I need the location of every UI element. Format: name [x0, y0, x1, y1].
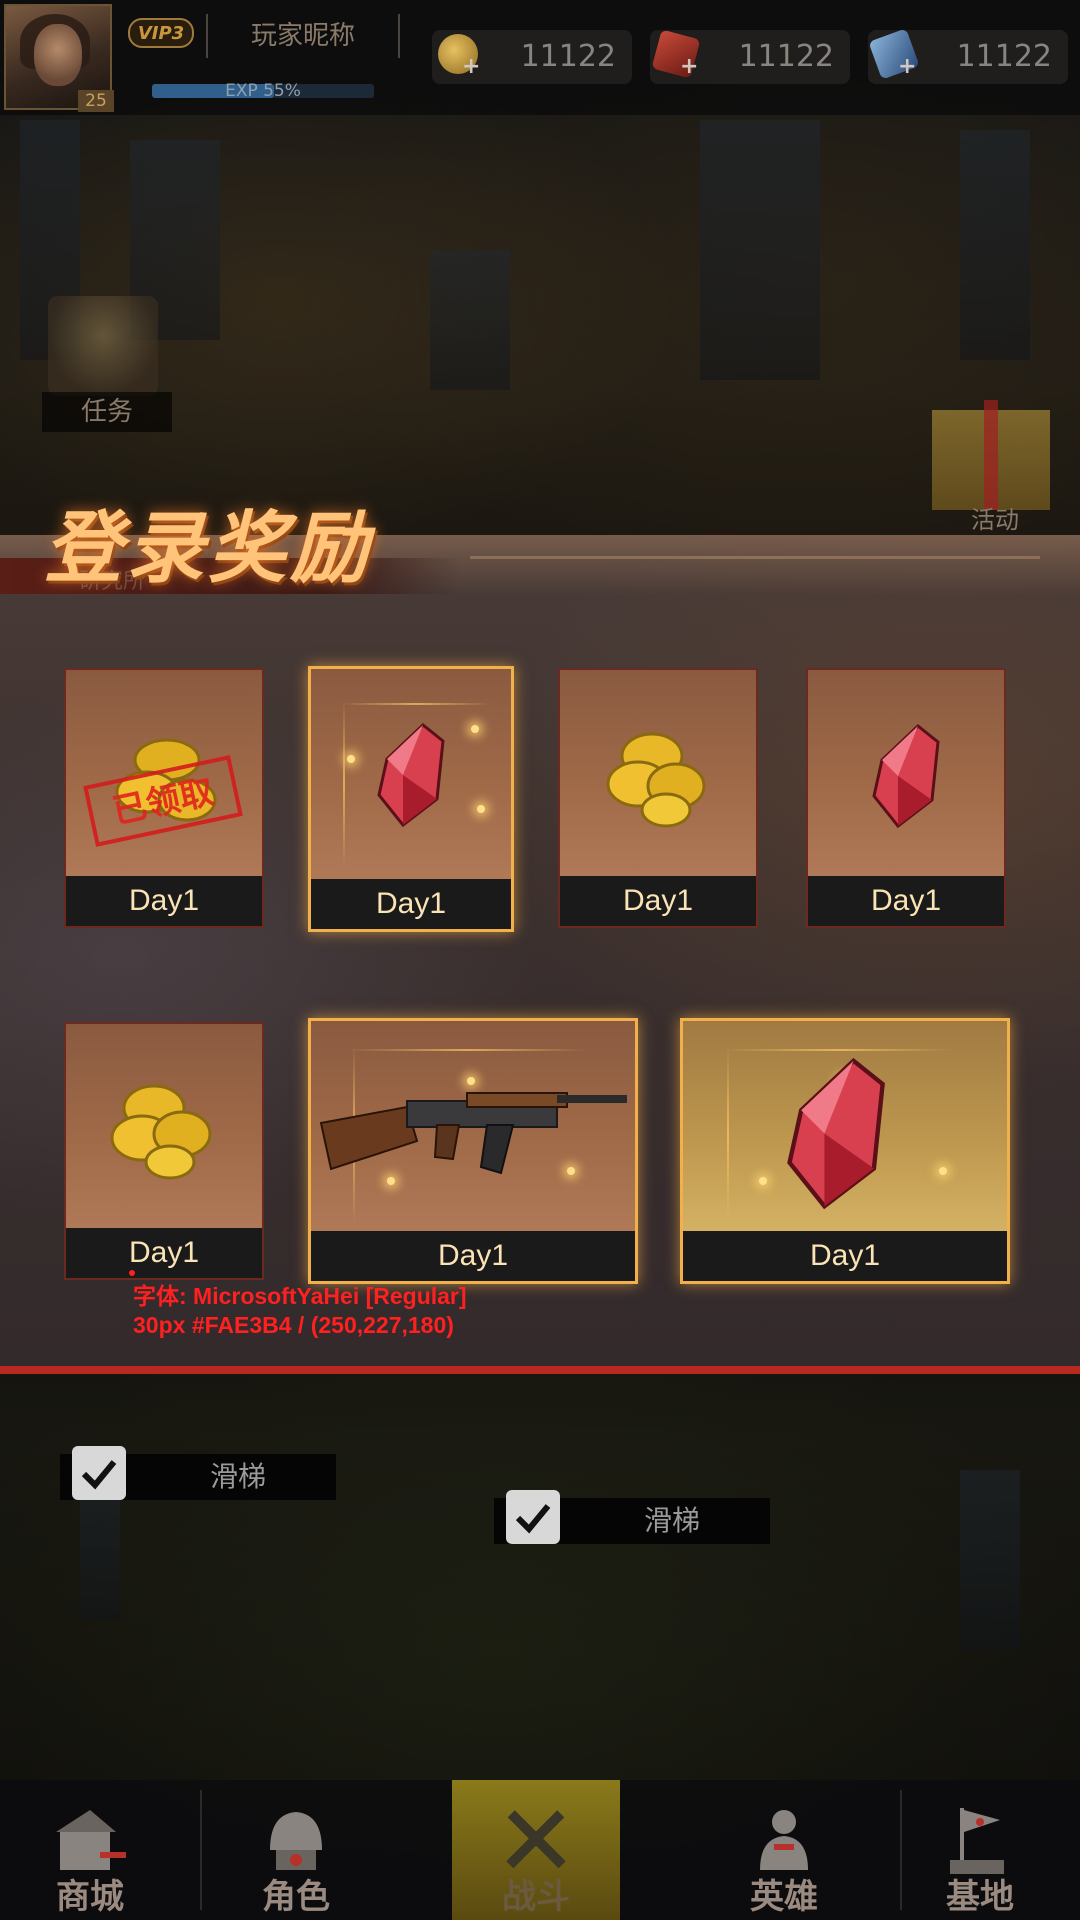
top-bar: 25 VIP3 玩家昵称 EXP 55% + 11122 + 11122 + 1…: [0, 0, 1080, 115]
reward-card-day2[interactable]: Day1: [308, 666, 514, 932]
nav-hero[interactable]: 英雄: [684, 1780, 884, 1920]
nav-character[interactable]: 角色: [196, 1780, 396, 1920]
reward-day-label: Day1: [311, 879, 511, 929]
sparkle: [477, 805, 485, 813]
helmet-icon: [270, 1812, 322, 1870]
font-annotation: 字体: MicrosoftYaHei [Regular] 30px #FAE3B…: [133, 1282, 467, 1340]
checkbox-label: 滑梯: [209, 1460, 266, 1493]
nav-battle[interactable]: 战斗: [436, 1780, 636, 1920]
claimed-stamp: 已领取: [83, 755, 243, 847]
red-crystal-icon: [872, 724, 940, 829]
sparkle: [939, 1167, 947, 1175]
reward-card-day5[interactable]: Day1: [64, 1022, 264, 1280]
player-nickname: 玩家昵称: [206, 14, 400, 58]
currency-amount: 11122: [956, 39, 1052, 74]
glow-line: [343, 699, 345, 869]
gold-coins-icon: [606, 732, 706, 828]
currency-amount: 11122: [520, 39, 616, 74]
checkmark-icon: [515, 1504, 551, 1534]
reward-card-day7[interactable]: Day1: [680, 1018, 1010, 1284]
task-button[interactable]: 任务: [42, 392, 172, 432]
reward-card-day4[interactable]: Day1: [806, 668, 1006, 928]
vip-badge[interactable]: VIP3: [128, 18, 194, 48]
checkbox-row[interactable]: 滑梯: [60, 1446, 336, 1500]
reward-day-label: Day1: [66, 876, 262, 926]
currency-gold[interactable]: + 11122: [432, 30, 632, 84]
sparkle: [347, 755, 355, 763]
sparkle: [759, 1177, 767, 1185]
rifle-icon: [319, 1092, 627, 1175]
nav-label: 商城: [56, 1877, 124, 1917]
player-avatar[interactable]: 25: [4, 4, 114, 112]
glow-line: [723, 1049, 953, 1051]
nav-label: 战斗: [502, 1877, 570, 1917]
player-level: 25: [78, 90, 114, 112]
currency-red-gem[interactable]: + 11122: [650, 29, 850, 84]
glow-line: [727, 1045, 729, 1225]
add-icon[interactable]: +: [898, 56, 916, 78]
add-icon[interactable]: +: [462, 56, 480, 78]
checkbox[interactable]: [506, 1490, 560, 1544]
nav-label: 基地: [946, 1877, 1014, 1917]
annotation-line: 字体: MicrosoftYaHei [Regular]: [133, 1283, 467, 1309]
add-icon[interactable]: +: [680, 56, 698, 78]
reward-day-label: Day1: [311, 1231, 635, 1281]
reward-day-label: Day1: [683, 1231, 1007, 1281]
reward-card-day6[interactable]: Day1: [308, 1018, 638, 1284]
exp-label: EXP 55%: [225, 81, 301, 101]
sparkle: [471, 725, 479, 733]
crossed-guns-icon: [506, 1810, 566, 1869]
panel-title: 登录奖励: [44, 504, 373, 594]
reward-card-day3[interactable]: Day1: [558, 668, 758, 928]
nav-label: 英雄: [750, 1877, 818, 1917]
checkbox[interactable]: [72, 1446, 126, 1500]
task-chest-icon[interactable]: [48, 296, 158, 396]
red-crystal-icon: [377, 723, 445, 828]
event-button[interactable]: 活动: [930, 508, 1060, 532]
base-flag-icon: [950, 1808, 1004, 1874]
currency-blue-gem[interactable]: + 11122: [868, 28, 1068, 84]
currency-amount: 11122: [738, 39, 834, 74]
checkbox-label: 滑梯: [643, 1504, 700, 1537]
checkmark-icon: [81, 1460, 117, 1490]
nav-shop[interactable]: 商城: [0, 1780, 190, 1920]
reward-day-label: Day1: [808, 876, 1004, 926]
hero-icon: [760, 1810, 808, 1870]
title-deco-line: [470, 556, 1040, 559]
avatar-face: [34, 24, 82, 86]
gift-ribbon: [984, 400, 998, 510]
nav-label: 角色: [262, 1877, 330, 1917]
red-crystal-icon: [787, 1057, 885, 1210]
annotation-marker: [129, 1270, 135, 1276]
reward-card-day1[interactable]: 已领取 Day1: [64, 668, 264, 928]
glow-line: [347, 1049, 587, 1051]
shop-icon: [56, 1810, 126, 1870]
checkbox-row[interactable]: 滑梯: [494, 1490, 770, 1544]
gold-coins-icon: [110, 1084, 212, 1180]
reward-day-label: Day1: [560, 876, 756, 926]
nav-base[interactable]: 基地: [880, 1780, 1080, 1920]
reward-day-label: Day1: [66, 1228, 262, 1278]
annotation-line: 30px #FAE3B4 / (250,227,180): [133, 1312, 454, 1338]
glow-line: [341, 703, 491, 705]
panel-bottom-border: [0, 1366, 1080, 1374]
